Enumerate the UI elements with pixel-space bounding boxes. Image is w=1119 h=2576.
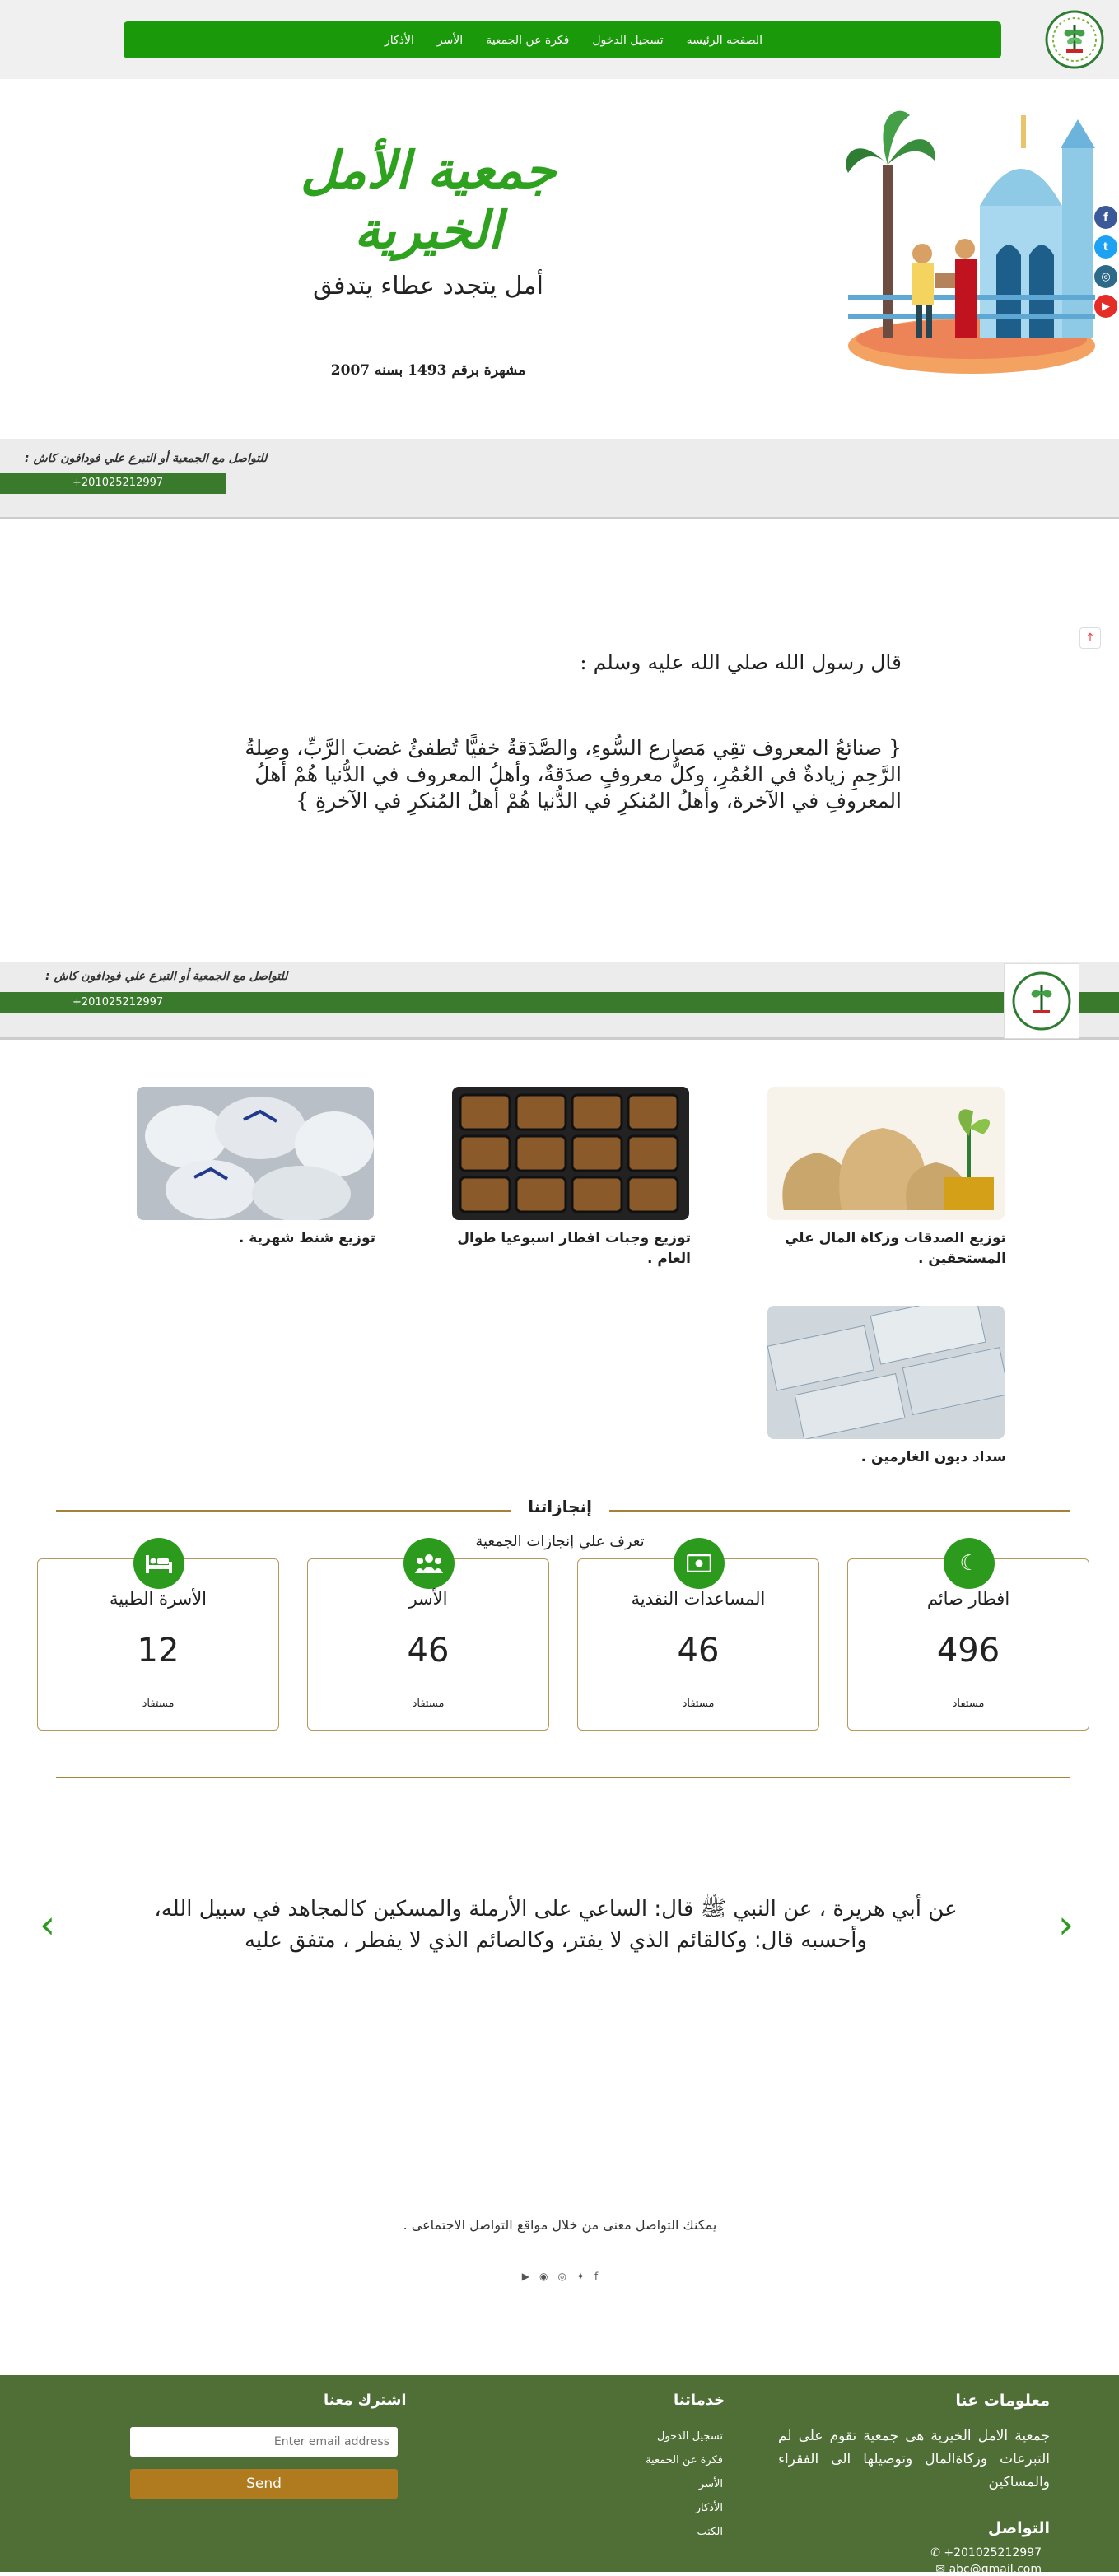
slider-text: عن أبي هريرة ، عن النبي ﷺ قال: الساعي عل… (154, 1897, 958, 1953)
instagram-icon[interactable]: ◎ (1094, 265, 1117, 288)
slider-next-icon[interactable]: › (1058, 1902, 1074, 1948)
send-button[interactable]: Send (130, 2469, 398, 2499)
contact-strip-label: للتواصل مع الجمعية أو التبرع علي فودافون… (45, 970, 288, 983)
achievement-unit: مستفاد (682, 1698, 715, 1710)
achievements-title: إنجازاتنا (511, 1497, 609, 1516)
scroll-top-button[interactable]: ↑ (1079, 627, 1101, 649)
footer-services-title: خدماتنا (674, 2392, 725, 2409)
achievement-title: الأسر (408, 1589, 448, 1609)
footer-link-login[interactable]: تسجيل الدخول (609, 2430, 723, 2454)
achievement-number: 46 (677, 1632, 720, 1670)
achievement-title: الأسرة الطبية (109, 1589, 207, 1609)
service-card[interactable]: سداد ديون الغارمين . (767, 1306, 1006, 1468)
achievements-subtitle: تعرف علي إنجازات الجمعية (475, 1533, 645, 1550)
nav-families[interactable]: الأسر (437, 34, 463, 47)
moon-icon: ☾ (944, 1538, 995, 1589)
zakat-image (767, 1087, 1005, 1220)
footer-about-text: جمعية الامل الخيرية هى جمعية تقوم على لم… (778, 2428, 1050, 2490)
service-card[interactable]: توزيع الصدقات وزكاة المال علي المستحقين … (767, 1087, 1006, 1269)
footer-link-families[interactable]: الأسر (609, 2478, 723, 2502)
service-caption: توزيع شنط شهرية . (238, 1230, 375, 1246)
hero-illustration (840, 99, 1107, 379)
youtube-icon[interactable]: ▶ (1094, 295, 1117, 318)
facebook-icon[interactable]: f (1094, 206, 1117, 229)
hero-title: جمعية الأمل الخيرية (300, 140, 557, 260)
footer-phone-value: +201025212997 (944, 2546, 1042, 2560)
money-icon (674, 1538, 725, 1589)
nav-azkar[interactable]: الأذكار (385, 34, 414, 47)
footer-email-value: abc@gmail.com (949, 2563, 1042, 2576)
subscribe-email-input[interactable] (130, 2427, 398, 2457)
social-links: ▶ ◉ ◎ ✦ f (511, 2271, 609, 2282)
monthly-bags-image (137, 1087, 374, 1220)
iftar-meals-image (452, 1087, 689, 1220)
service-caption: سداد ديون الغارمين . (860, 1449, 1006, 1465)
achievement-card: الأسر 46 مستفاد (307, 1538, 549, 1731)
hadith-text: { صنائعُ المعروف تقِي مَصارع السُّوءِ، و… (245, 736, 902, 813)
bed-icon (133, 1538, 184, 1589)
achievement-number: 496 (936, 1632, 1000, 1670)
phone-icon: ✆ (930, 2546, 944, 2560)
footer-phone: ✆ +201025212997 (930, 2546, 1042, 2560)
contact-strip-label: للتواصل مع الجمعية أو التبرع علي فودافون… (25, 452, 268, 465)
footer-email: ✉ abc@gmail.com (935, 2563, 1042, 2576)
github-icon[interactable]: ◉ (539, 2271, 548, 2282)
debt-relief-image (767, 1306, 1005, 1439)
service-card[interactable]: توزيع وجبات افطار اسبوعيا طوال العام . (452, 1087, 691, 1269)
nav-about[interactable]: فكرة عن الجمعية (486, 34, 569, 47)
achievement-unit: مستفاد (412, 1698, 445, 1710)
achievement-unit: مستفاد (142, 1698, 175, 1710)
hadith-intro: قال رسول الله صلي الله عليه وسلم : (580, 650, 902, 674)
slider-prev-icon[interactable]: ‹ (40, 1902, 55, 1948)
social-sidebar: f t ◎ ▶ (1094, 206, 1119, 324)
achievement-title: المساعدات النقدية (631, 1589, 766, 1609)
service-caption: توزيع الصدقات وزكاة المال علي المستحقين … (784, 1230, 1006, 1267)
hero-subtitle: أمل يتجدد عطاء يتدفق (313, 272, 543, 300)
achievement-card: ☾ افطار صائم 496 مستفاد (847, 1538, 1089, 1731)
divider (56, 1777, 1070, 1778)
service-caption: توزيع وجبات افطار اسبوعيا طوال العام . (457, 1230, 691, 1267)
achievement-number: 46 (407, 1632, 450, 1670)
achievement-card: الأسرة الطبية 12 مستفاد (37, 1538, 279, 1731)
footer-link-azkar[interactable]: الأذكار (609, 2502, 723, 2526)
footer-link-about[interactable]: فكرة عن الجمعية (609, 2454, 723, 2478)
footer-contact-title: التواصل (987, 2519, 1050, 2537)
footer-subscribe-title: اشترك معنا (324, 2392, 407, 2409)
achievement-number: 12 (137, 1632, 180, 1670)
association-logo-small (1004, 963, 1079, 1039)
nav-login[interactable]: تسجيل الدخول (592, 34, 663, 47)
achievement-card: المساعدات النقدية 46 مستفاد (577, 1538, 819, 1731)
achievement-unit: مستفاد (952, 1698, 985, 1710)
twitter-icon[interactable]: t (1094, 235, 1117, 259)
main-nav: الصفحه الرئيسه تسجيل الدخول فكرة عن الجم… (124, 21, 1001, 58)
registration-text: مشهرة برقم 1493 بسنه 2007 (330, 362, 526, 379)
contact-strip-phone: +201025212997 (0, 992, 1119, 1013)
instagram-icon[interactable]: ◎ (557, 2271, 566, 2282)
social-text: يمكنك التواصل معنى من خلال مواقع التواصل… (403, 2217, 717, 2233)
association-logo[interactable] (1042, 8, 1107, 71)
youtube-icon[interactable]: ▶ (522, 2271, 529, 2282)
contact-strip: للتواصل مع الجمعية أو التبرع علي فودافون… (0, 439, 1119, 519)
contact-strip-phone: +201025212997 (0, 473, 226, 494)
twitter-icon[interactable]: ✦ (576, 2271, 585, 2282)
facebook-icon[interactable]: f (594, 2271, 598, 2282)
people-icon (403, 1538, 455, 1589)
mail-icon: ✉ (935, 2563, 949, 2576)
nav-home[interactable]: الصفحه الرئيسه (687, 34, 762, 47)
contact-strip-2: للتواصل مع الجمعية أو التبرع علي فودافون… (0, 962, 1119, 1040)
achievement-title: افطار صائم (926, 1589, 1010, 1609)
footer: معلومات عنا جمعية الامل الخيرية هى جمعية… (0, 2375, 1119, 2576)
service-card[interactable]: توزيع شنط شهرية . (137, 1087, 375, 1249)
footer-services-list: تسجيل الدخول فكرة عن الجمعية الأسر الأذك… (609, 2430, 723, 2550)
footer-link-books[interactable]: الكتب (609, 2526, 723, 2550)
footer-about-title: معلومات عنا (955, 2392, 1050, 2410)
